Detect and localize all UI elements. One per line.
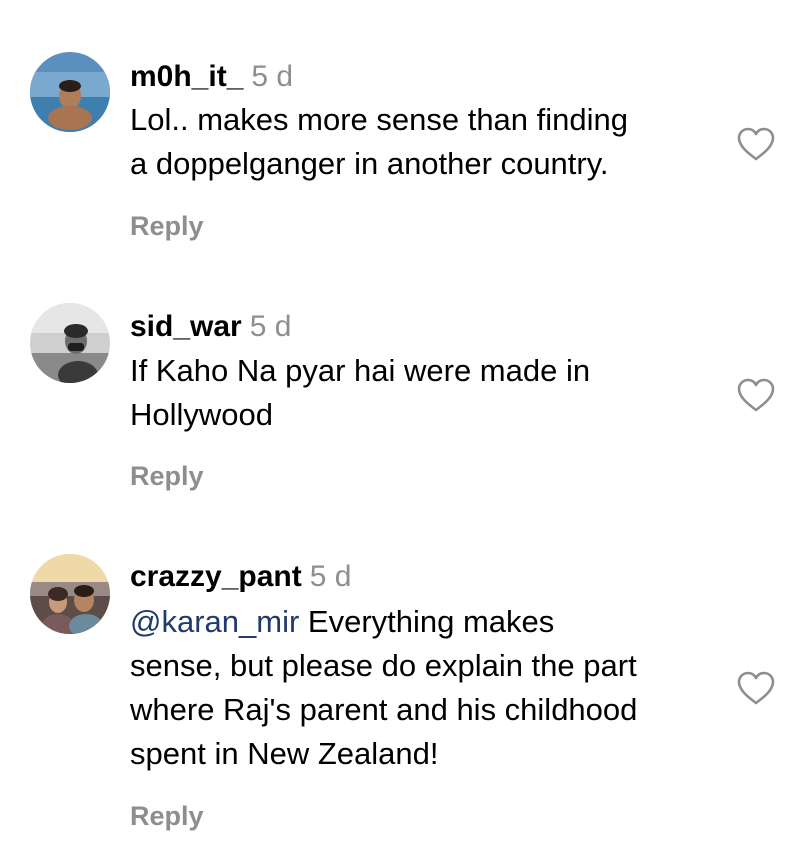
comment-text-line: Lol.. makes more sense than finding [130, 102, 628, 137]
reply-button[interactable]: Reply [130, 461, 204, 492]
avatar-photo-icon [30, 303, 110, 383]
comment-text: @karan_mir Everything makes sense, but p… [130, 600, 730, 776]
comment-text-fragment: Everything makes [299, 604, 555, 639]
comment-text-line: Hollywood [130, 397, 274, 432]
comment-text: Lol.. makes more sense than finding a do… [130, 98, 730, 186]
heart-outline-icon[interactable] [736, 377, 776, 413]
comment-meta: m0h_it_ 5 d [130, 60, 293, 94]
username[interactable]: crazzy_pant [130, 560, 302, 593]
reply-button[interactable]: Reply [130, 801, 204, 832]
avatar-photo-icon [30, 554, 110, 634]
timestamp: 5 d [249, 310, 292, 343]
comment-text-line: where Raj's parent and his childhood [130, 692, 638, 727]
username[interactable]: m0h_it_ [130, 60, 243, 93]
comment-meta: crazzy_pant 5 d [130, 560, 351, 594]
avatar[interactable] [30, 303, 110, 383]
username[interactable]: sid_war [130, 310, 242, 343]
comment-text-line: spent in New Zealand! [130, 736, 439, 771]
comment-text-line: a doppelganger in another country. [130, 146, 609, 181]
comment-text: If Kaho Na pyar hai were made in Hollywo… [130, 349, 730, 437]
heart-outline-icon[interactable] [736, 670, 776, 706]
mention-link[interactable]: @karan_mir [130, 604, 299, 639]
comment-text-line: sense, but please do explain the part [130, 648, 637, 683]
comment-text-line: @karan_mir Everything makes [130, 600, 730, 644]
avatar-photo-icon [30, 52, 110, 132]
reply-button[interactable]: Reply [130, 211, 204, 242]
comment-meta: sid_war 5 d [130, 310, 291, 344]
comment-text-line: If Kaho Na pyar hai were made in [130, 353, 591, 388]
heart-outline-icon[interactable] [736, 126, 776, 162]
timestamp: 5 d [309, 560, 352, 593]
avatar[interactable] [30, 52, 110, 132]
timestamp: 5 d [251, 60, 294, 93]
avatar[interactable] [30, 554, 110, 634]
